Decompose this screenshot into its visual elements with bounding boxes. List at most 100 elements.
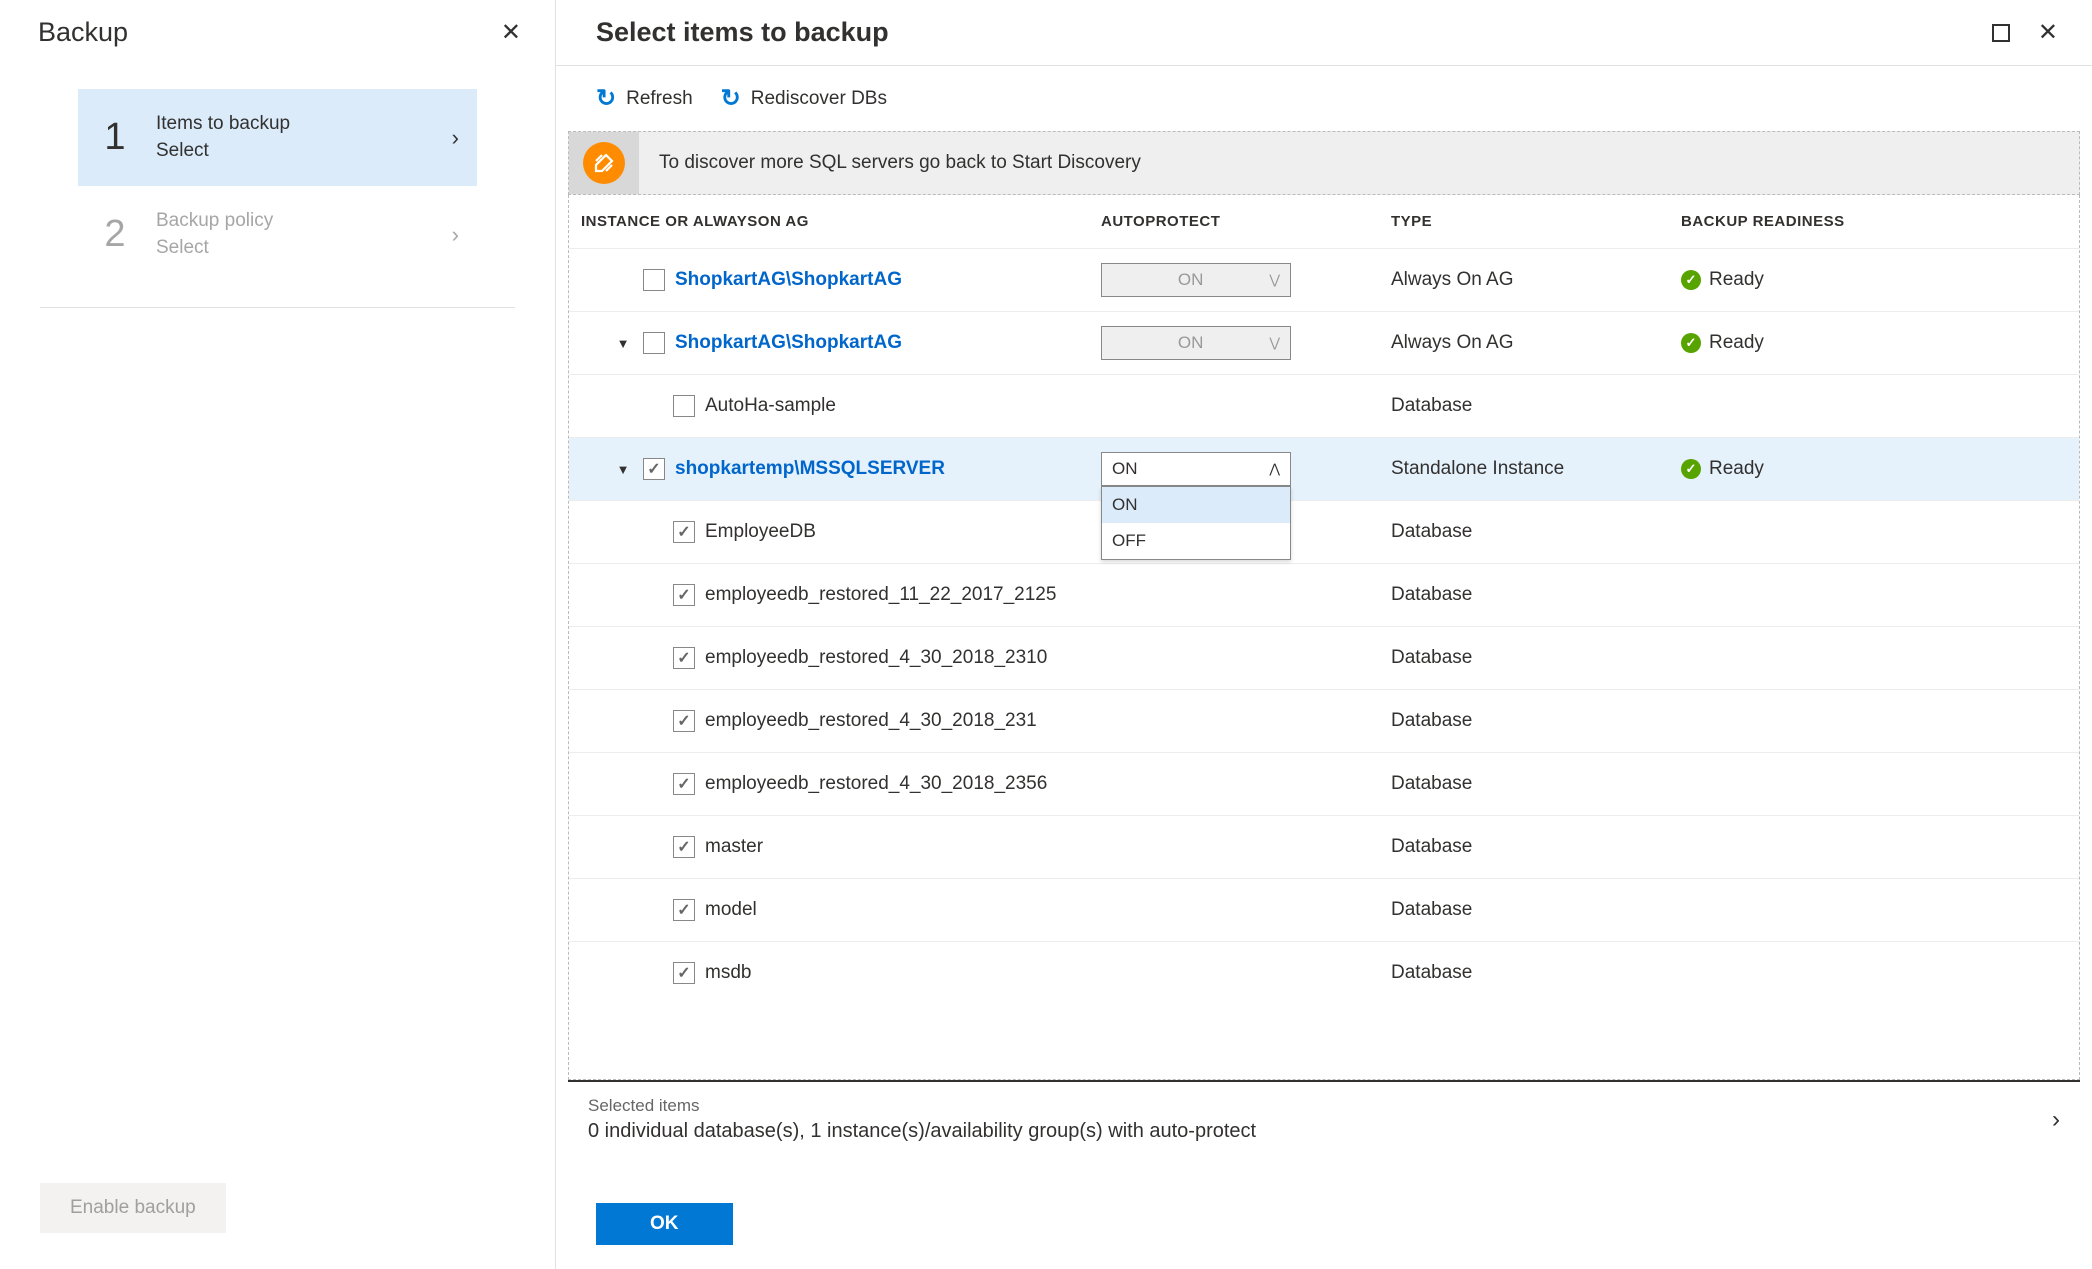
instance-name[interactable]: ShopkartAG\ShopkartAG [675, 269, 902, 291]
row-checkbox[interactable] [673, 836, 695, 858]
readiness-status: ✓ Ready [1681, 458, 2067, 480]
table-row[interactable]: ▼ shopkartemp\MSSQLSERVER ON ⋀ ON OFF St… [569, 437, 2079, 500]
summary-title: Selected items [588, 1096, 1256, 1116]
table-header: INSTANCE OR ALWAYSON AG AUTOPROTECT TYPE… [569, 195, 2079, 248]
step-number: 2 [100, 213, 130, 256]
maximize-icon[interactable] [1992, 24, 2010, 42]
autoprotect-select[interactable]: ON ⋁ [1101, 326, 1291, 360]
type-cell: Database [1391, 395, 1681, 417]
dropdown-option-off[interactable]: OFF [1102, 523, 1290, 559]
readiness-label: Ready [1709, 332, 1764, 354]
autoprotect-value: ON [1178, 333, 1204, 353]
instance-name: msdb [705, 962, 751, 984]
check-circle-icon: ✓ [1681, 333, 1701, 353]
row-checkbox[interactable] [673, 710, 695, 732]
autoprotect-dropdown: ON OFF [1101, 486, 1291, 560]
refresh-icon: ↻ [721, 84, 741, 113]
expand-icon[interactable]: ▼ [613, 336, 633, 351]
table-row[interactable]: master Database [569, 815, 2079, 878]
instance-name: employeedb_restored_4_30_2018_2356 [705, 773, 1047, 795]
chevron-down-icon: ⋁ [1269, 335, 1280, 351]
discovery-banner: To discover more SQL servers go back to … [568, 131, 2080, 195]
table-row[interactable]: ▼ ShopkartAG\ShopkartAG ON ⋁ Always On A… [569, 311, 2079, 374]
row-checkbox[interactable] [673, 521, 695, 543]
row-checkbox[interactable] [673, 647, 695, 669]
type-cell: Database [1391, 773, 1681, 795]
autoprotect-value: ON [1112, 459, 1138, 479]
check-circle-icon: ✓ [1681, 459, 1701, 479]
instance-name: employeedb_restored_4_30_2018_231 [705, 710, 1037, 732]
instance-name: master [705, 836, 763, 858]
select-items-panel: Select items to backup ✕ ↻ Refresh ↻ Red… [556, 0, 2092, 1269]
close-icon[interactable]: ✕ [2028, 14, 2068, 51]
step-subtitle: Select [156, 235, 273, 262]
tools-icon [583, 142, 625, 184]
table-row[interactable]: employeedb_restored_4_30_2018_2356 Databa… [569, 752, 2079, 815]
row-checkbox[interactable] [673, 773, 695, 795]
horizontal-scrollbar[interactable] [568, 1157, 2080, 1179]
row-checkbox[interactable] [673, 899, 695, 921]
chevron-right-icon: › [2052, 1106, 2060, 1134]
row-checkbox[interactable] [643, 332, 665, 354]
table-row[interactable]: ShopkartAG\ShopkartAG ON ⋁ Always On AG … [569, 248, 2079, 311]
type-cell: Database [1391, 521, 1681, 543]
wizard-step-1[interactable]: 1 Items to backup Select › [78, 89, 477, 186]
readiness-label: Ready [1709, 458, 1764, 480]
table-row[interactable]: EmployeeDB Database [569, 500, 2079, 563]
row-checkbox[interactable] [673, 584, 695, 606]
autoprotect-value: ON [1178, 270, 1204, 290]
col-instance: INSTANCE OR ALWAYSON AG [581, 213, 1101, 230]
chevron-down-icon: ⋁ [1269, 272, 1280, 288]
table-row[interactable]: AutoHa-sampleDatabase [569, 374, 2079, 437]
type-cell: Database [1391, 647, 1681, 669]
wizard-step-2[interactable]: 2 Backup policy Select › [78, 186, 477, 283]
chevron-up-icon: ⋀ [1269, 461, 1280, 477]
ok-button[interactable]: OK [596, 1203, 733, 1245]
type-cell: Database [1391, 710, 1681, 732]
enable-backup-button[interactable]: Enable backup [40, 1183, 226, 1233]
readiness-status: ✓ Ready [1681, 332, 2067, 354]
table-row[interactable]: employeedb_restored_4_30_2018_2310 Databa… [569, 626, 2079, 689]
step-number: 1 [100, 116, 130, 159]
rediscover-label: Rediscover DBs [751, 88, 887, 110]
type-cell: Database [1391, 836, 1681, 858]
type-cell: Always On AG [1391, 269, 1681, 291]
table-row[interactable]: employeedb_restored_4_30_2018_231 Databas… [569, 689, 2079, 752]
expand-icon[interactable]: ▼ [613, 462, 633, 477]
row-checkbox[interactable] [673, 395, 695, 417]
instance-name: EmployeeDB [705, 521, 816, 543]
chevron-right-icon: › [452, 222, 459, 248]
autoprotect-select[interactable]: ON ⋀ ON OFF [1101, 452, 1291, 486]
readiness-status: ✓ Ready [1681, 269, 2067, 291]
selected-items-summary[interactable]: Selected items 0 individual database(s),… [568, 1080, 2080, 1157]
instance-name: model [705, 899, 757, 921]
instance-name: employeedb_restored_4_30_2018_2310 [705, 647, 1047, 669]
readiness-label: Ready [1709, 269, 1764, 291]
close-icon[interactable]: ✕ [491, 14, 531, 51]
step-title: Items to backup [156, 111, 290, 138]
refresh-label: Refresh [626, 88, 693, 110]
backup-panel: Backup ✕ 1 Items to backup Select › 2 Ba… [0, 0, 556, 1269]
type-cell: Database [1391, 962, 1681, 984]
col-type: TYPE [1391, 213, 1681, 230]
chevron-right-icon: › [452, 125, 459, 151]
dropdown-option-on[interactable]: ON [1102, 487, 1290, 523]
type-cell: Always On AG [1391, 332, 1681, 354]
type-cell: Database [1391, 584, 1681, 606]
summary-value: 0 individual database(s), 1 instance(s)/… [588, 1120, 1256, 1143]
autoprotect-select[interactable]: ON ⋁ [1101, 263, 1291, 297]
table-row[interactable]: employeedb_restored_11_22_2017_2125 Datab… [569, 563, 2079, 626]
instance-name[interactable]: ShopkartAG\ShopkartAG [675, 332, 902, 354]
col-autoprotect: AUTOPROTECT [1101, 213, 1391, 230]
row-checkbox[interactable] [643, 458, 665, 480]
table-row[interactable]: modelDatabase [569, 878, 2079, 941]
select-items-title: Select items to backup [596, 17, 889, 48]
instance-name[interactable]: shopkartemp\MSSQLSERVER [675, 458, 945, 480]
row-checkbox[interactable] [673, 962, 695, 984]
rediscover-button[interactable]: ↻ Rediscover DBs [721, 84, 887, 113]
refresh-button[interactable]: ↻ Refresh [596, 84, 693, 113]
row-checkbox[interactable] [643, 269, 665, 291]
step-subtitle: Select [156, 138, 290, 165]
table-row[interactable]: msdb Database [569, 941, 2079, 1004]
instance-name: employeedb_restored_11_22_2017_2125 [705, 584, 1056, 606]
